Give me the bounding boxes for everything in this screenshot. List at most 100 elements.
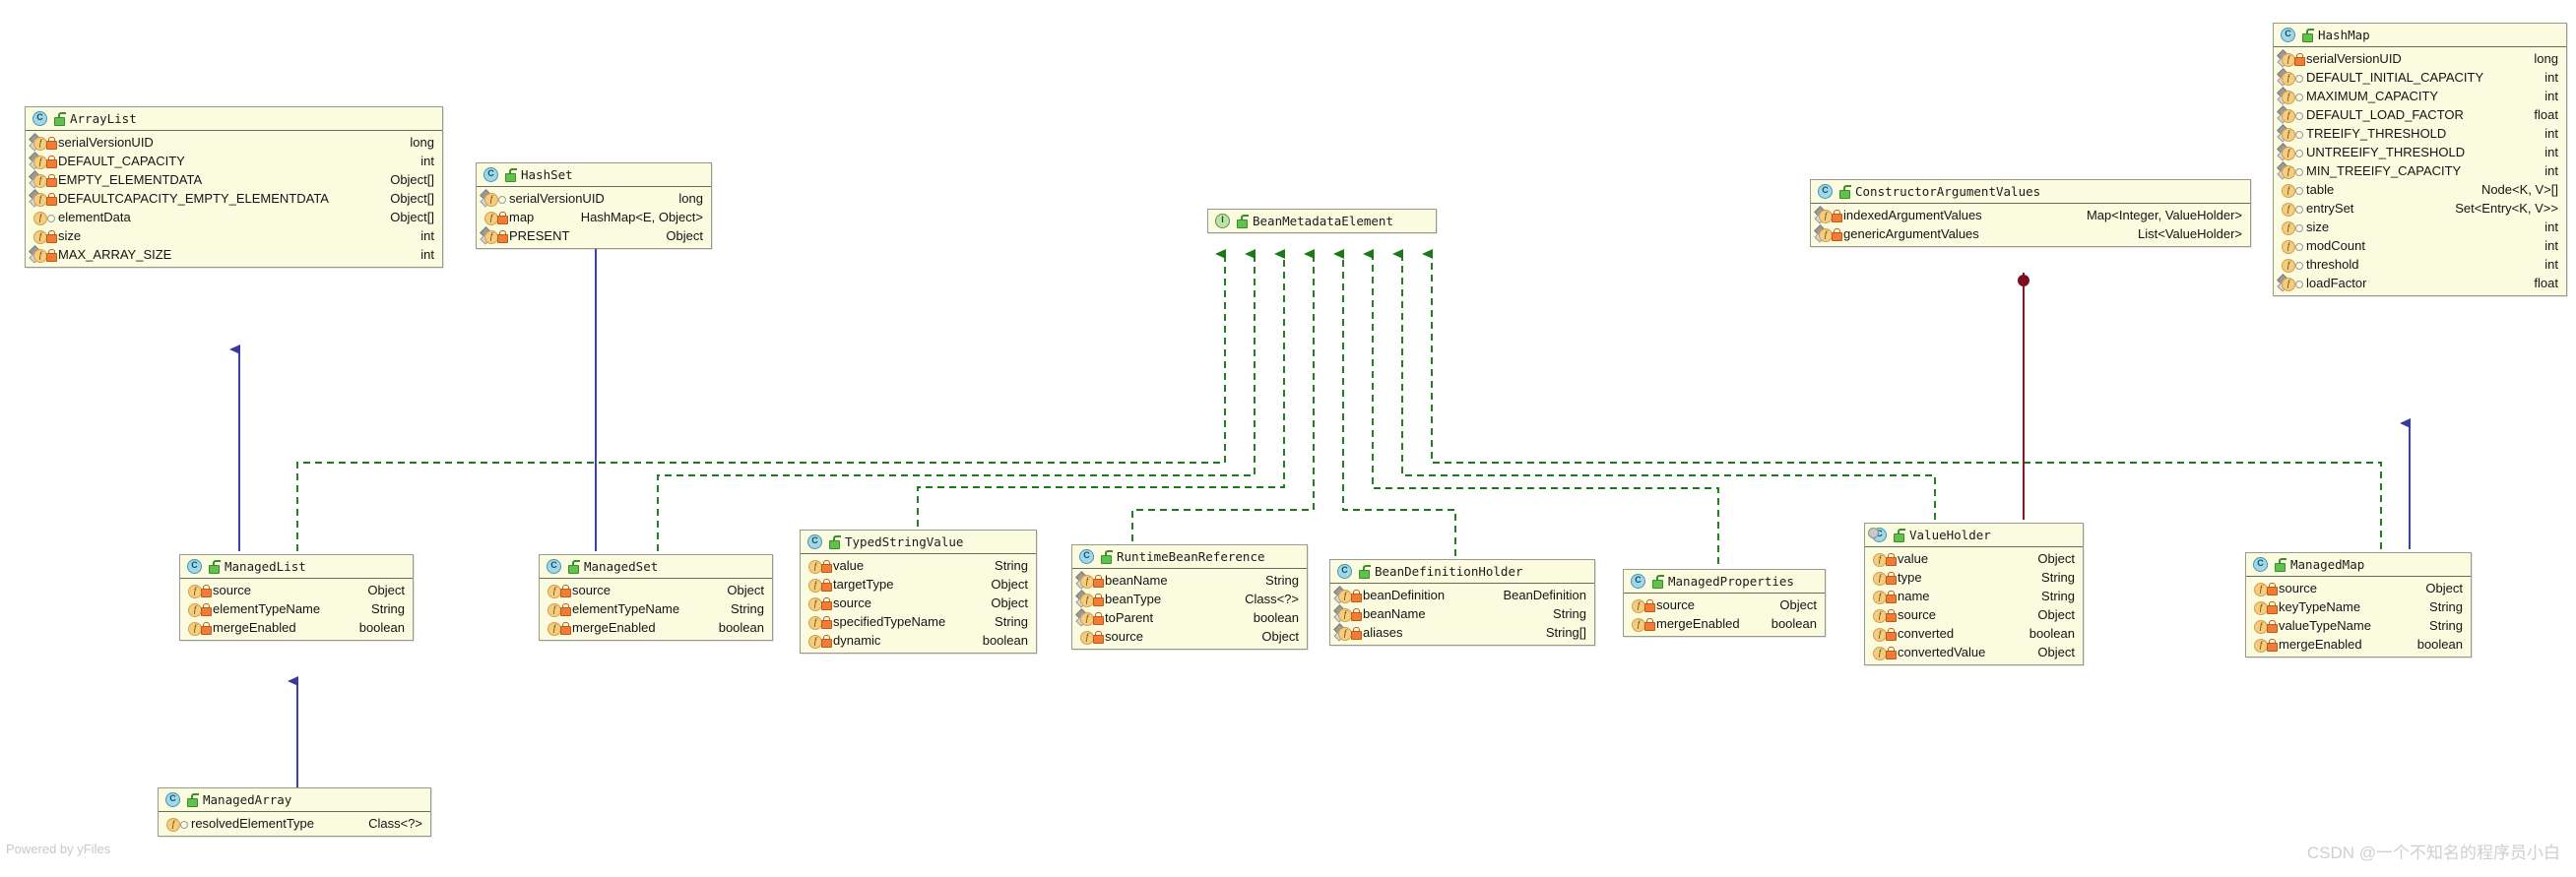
class-box-constructorargumentvalues[interactable]: C ConstructorArgumentValues f indexedArg… (1810, 179, 2251, 247)
package-visibility-icon (2294, 128, 2303, 139)
uml-diagram-canvas: C ArrayList f serialVersionUID long f DE… (0, 0, 2576, 877)
class-box-typedstringvalue[interactable]: C TypedStringValue f value String f targ… (800, 530, 1037, 654)
private-lock-icon (1886, 572, 1897, 585)
private-lock-icon (821, 579, 832, 592)
member-type: Set<Entry<K, V>> (2455, 201, 2558, 216)
private-lock-icon (46, 137, 57, 150)
class-icon: C (807, 534, 822, 549)
field-icon: f (187, 621, 202, 636)
field-icon: f (32, 211, 47, 225)
member-type: String (1265, 573, 1299, 588)
member-name: elementTypeName (213, 601, 321, 616)
class-header: C ManagedProperties (1624, 570, 1825, 594)
member-row: f mergeEnabled boolean (1624, 614, 1825, 633)
class-name: HashSet (521, 167, 573, 182)
static-field-icon: f (480, 188, 498, 208)
member-row: f source Object (1624, 595, 1825, 614)
class-box-managedlist[interactable]: C ManagedList f source Object f elementT… (179, 554, 414, 641)
field-icon: f (807, 578, 822, 593)
field-icon: f (1872, 627, 1887, 642)
class-header: C ValueHolder (1865, 524, 2083, 547)
class-box-arraylist[interactable]: C ArrayList f serialVersionUID long f DE… (25, 106, 443, 268)
class-box-hashset[interactable]: C HashSet f serialVersionUID long f map … (476, 162, 712, 249)
member-type: Object (2037, 607, 2075, 622)
private-lock-icon (821, 635, 832, 648)
class-box-managedmap[interactable]: C ManagedMap f source Object f keyTypeNa… (2245, 552, 2472, 658)
member-type: String (371, 601, 405, 616)
member-name: type (1898, 570, 1922, 585)
private-lock-icon (1093, 631, 1104, 644)
member-row: f source Object (2246, 579, 2471, 597)
private-lock-icon (2267, 620, 2278, 633)
member-row: f serialVersionUID long (477, 188, 711, 208)
member-type: Object (991, 577, 1028, 592)
field-icon: f (2253, 600, 2268, 615)
member-type: Object (2037, 551, 2075, 566)
class-box-managedproperties[interactable]: C ManagedProperties f source Object f me… (1623, 569, 1826, 637)
member-row: f size int (26, 226, 442, 245)
class-box-hashmap[interactable]: C HashMap f serialVersionUID long f DEFA… (2273, 23, 2567, 296)
member-name: modCount (2306, 238, 2365, 253)
member-type: boolean (982, 633, 1028, 648)
unlock-icon (1236, 215, 1249, 228)
private-lock-icon (560, 603, 571, 616)
member-type: String (2041, 570, 2075, 585)
class-box-valueholder[interactable]: C ValueHolder f value Object f type Stri… (1864, 523, 2084, 665)
private-lock-icon (46, 230, 57, 243)
member-list: f indexedArgumentValues Map<Integer, Val… (1811, 204, 2250, 246)
class-box-beandefinitionholder[interactable]: C BeanDefinitionHolder f beanDefinition … (1329, 559, 1595, 646)
member-list: f source Object f mergeEnabled boolean (1624, 594, 1825, 636)
class-name: HashMap (2318, 28, 2370, 42)
private-lock-icon (821, 616, 832, 629)
class-header: C HashSet (477, 163, 711, 187)
member-name: DEFAULT_CAPACITY (58, 154, 185, 168)
class-icon: C (1818, 184, 1833, 199)
package-visibility-icon (2294, 203, 2303, 214)
member-row: f EMPTY_ELEMENTDATA Object[] (26, 169, 442, 189)
member-type: Class<?> (368, 816, 422, 831)
member-row: f toParent boolean (1072, 607, 1307, 627)
member-row: f specifiedTypeName String (801, 612, 1036, 631)
private-lock-icon (1351, 627, 1362, 640)
member-row: f elementTypeName String (540, 599, 772, 618)
member-list: f serialVersionUID long f map HashMap<E,… (477, 187, 711, 248)
field-icon: f (807, 615, 822, 630)
class-box-runtimebeanreference[interactable]: C RuntimeBeanReference f beanName String… (1071, 544, 1308, 650)
field-icon: f (1631, 598, 1645, 613)
class-box-managedset[interactable]: C ManagedSet f source Object f elementTy… (539, 554, 773, 641)
package-visibility-icon (2294, 240, 2303, 251)
member-type: Class<?> (1245, 592, 1299, 606)
class-box-beanmetadataelement[interactable]: I BeanMetadataElement (1207, 209, 1437, 233)
package-visibility-icon (2294, 91, 2303, 101)
member-name: source (2279, 581, 2318, 595)
member-row: f mergeEnabled boolean (540, 618, 772, 637)
package-visibility-icon (179, 818, 188, 829)
private-lock-icon (497, 230, 508, 243)
static-field-icon: f (1075, 570, 1094, 590)
static-field-icon: f (2277, 123, 2295, 143)
member-row: f PRESENT Object (477, 225, 711, 245)
member-type: Object (367, 583, 405, 597)
static-field-icon: f (29, 151, 47, 170)
class-name: TypedStringValue (845, 534, 964, 549)
static-field-icon: f (1333, 622, 1352, 642)
unlock-icon (208, 560, 221, 574)
member-row: f elementData Object[] (26, 208, 442, 226)
member-row: f beanName String (1072, 570, 1307, 590)
field-icon: f (483, 211, 498, 225)
static-field-icon: f (1075, 589, 1094, 608)
private-lock-icon (46, 193, 57, 206)
field-icon: f (807, 634, 822, 649)
unlock-icon (1100, 550, 1113, 564)
member-row: f type String (1865, 568, 2083, 587)
member-type: int (2544, 89, 2558, 103)
field-icon: f (2281, 239, 2295, 254)
member-name: serialVersionUID (58, 135, 154, 150)
member-list: f serialVersionUID long f DEFAULT_CAPACI… (26, 131, 442, 267)
class-box-managedarray[interactable]: C ManagedArray f resolvedElementType Cla… (158, 787, 431, 837)
member-type: Object (727, 583, 764, 597)
static-field-icon: f (29, 244, 47, 264)
realization-edges (296, 249, 2382, 564)
member-name: TREEIFY_THRESHOLD (2306, 126, 2447, 141)
static-field-icon: f (29, 132, 47, 152)
